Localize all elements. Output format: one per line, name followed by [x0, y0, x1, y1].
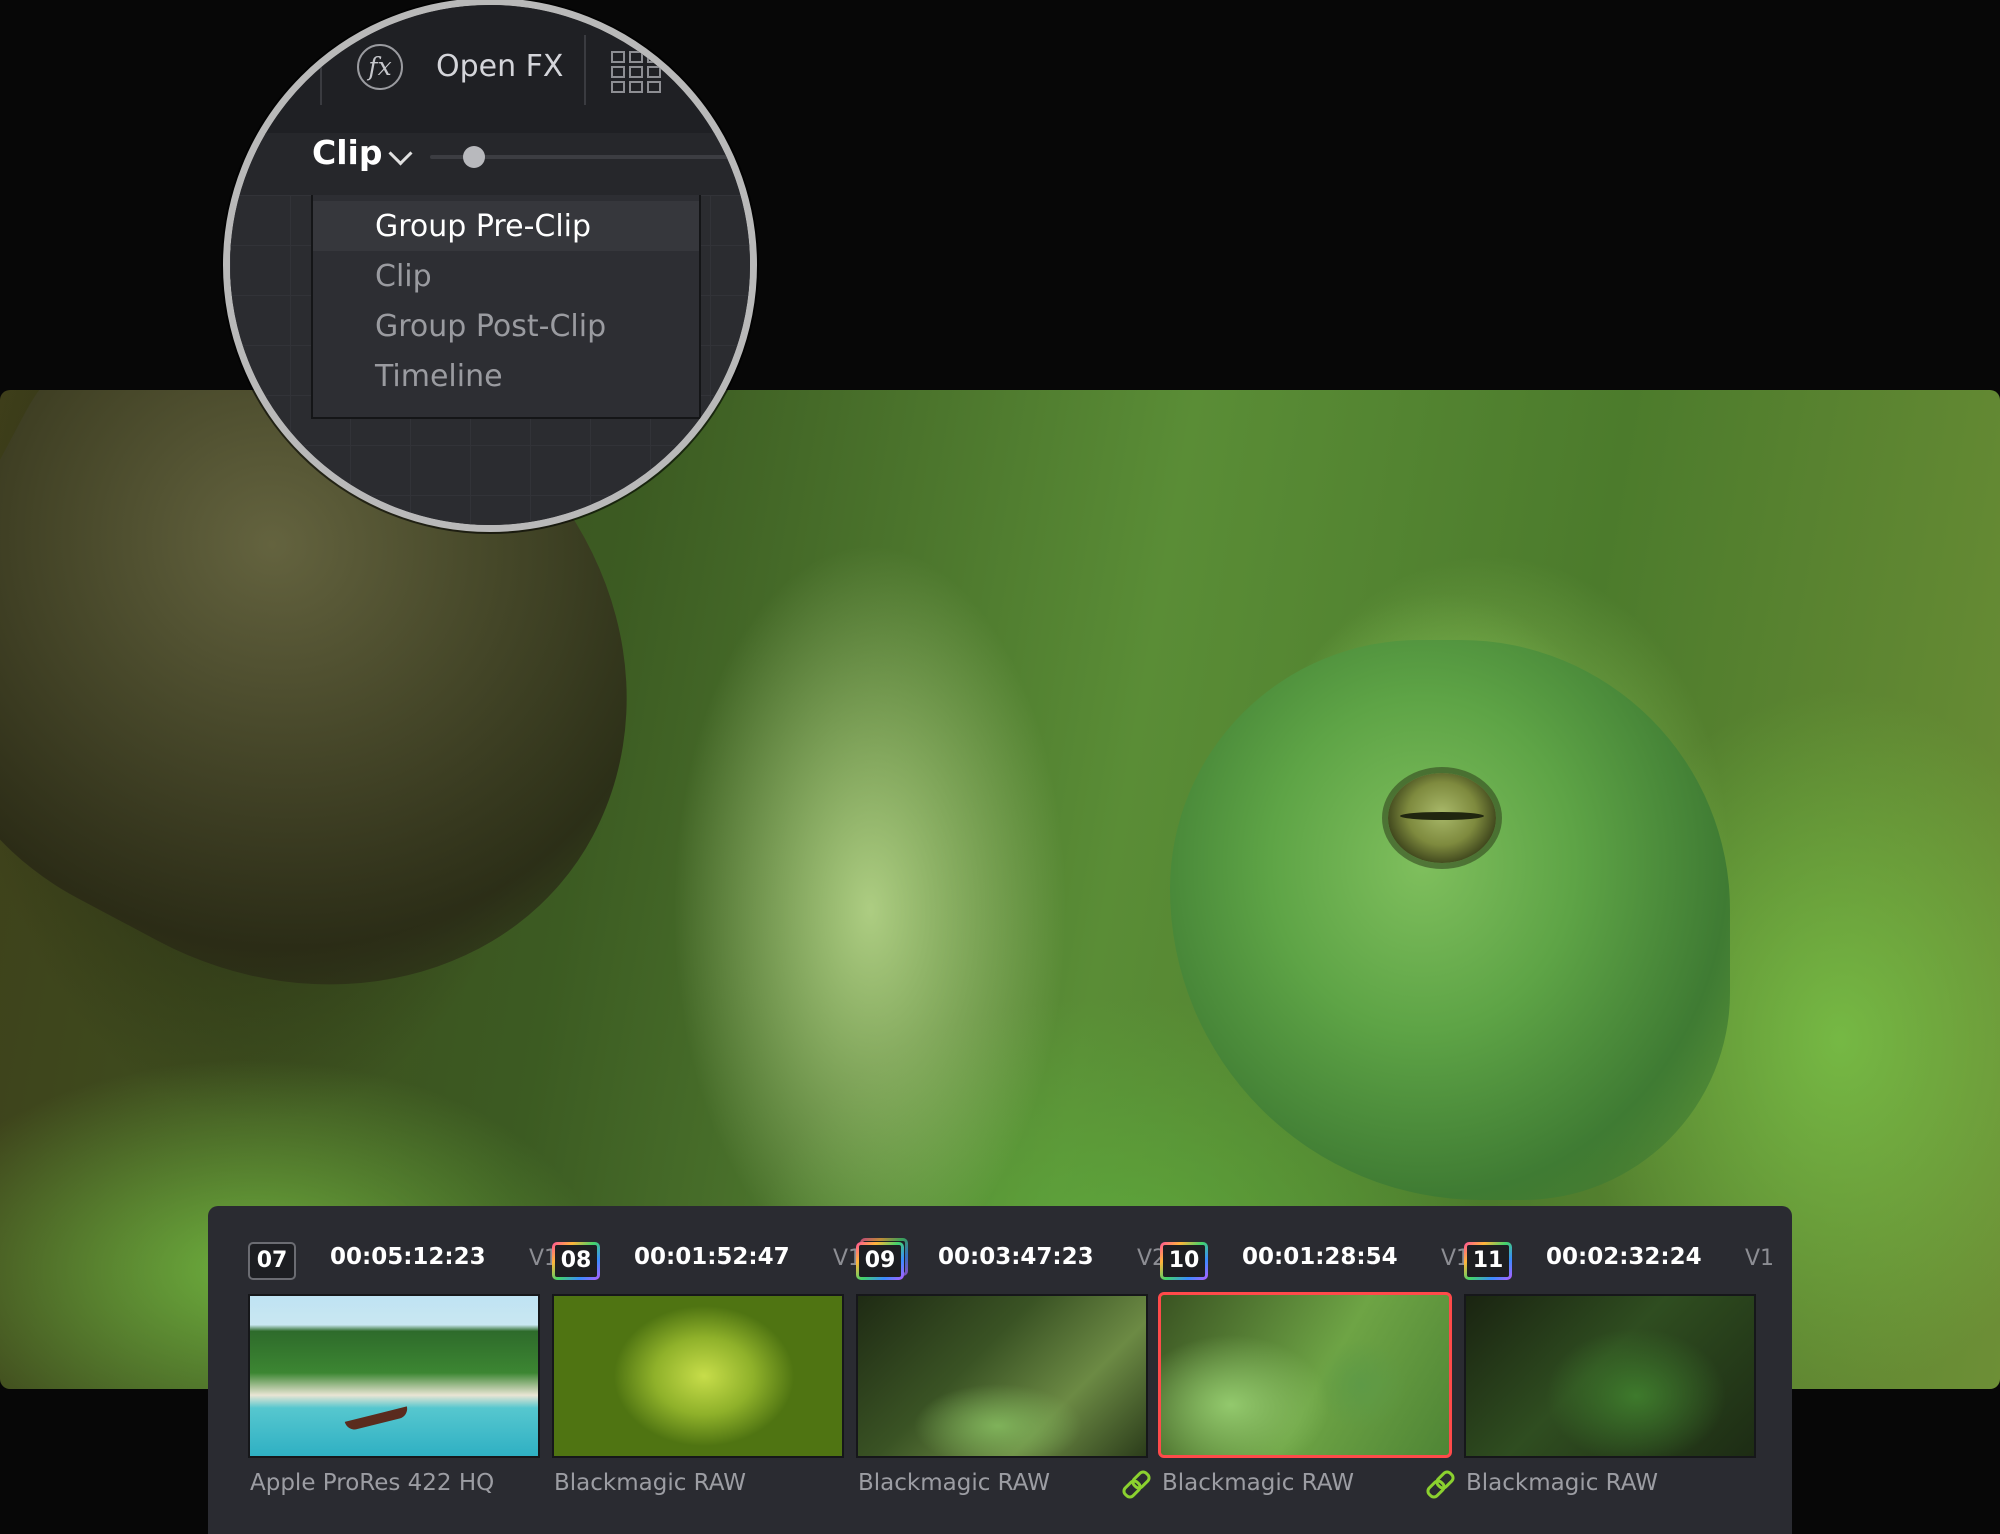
toolbar-divider	[584, 35, 586, 105]
clip-thumbnail-image[interactable]	[248, 1294, 540, 1458]
mode-dropdown-menu: Group Pre-Clip Clip Group Post-Clip Time…	[311, 195, 701, 419]
clip-track: V1	[1744, 1246, 1774, 1271]
toolbar-divider	[320, 35, 322, 105]
fx-icon[interactable]: fx	[357, 44, 403, 90]
grid-icon[interactable]	[611, 51, 671, 95]
menu-item-group-pre-clip[interactable]: Group Pre-Clip	[313, 201, 699, 251]
menu-item-group-post-clip[interactable]: Group Post-Clip	[313, 301, 699, 351]
clip-timecode: 00:03:47:23	[938, 1244, 1094, 1270]
clip-codec: Apple ProRes 422 HQ	[250, 1470, 495, 1496]
clip-number-badge: 07	[248, 1242, 296, 1280]
clip-timecode: 00:01:52:47	[634, 1244, 790, 1270]
clip-codec: Blackmagic RAW	[554, 1470, 746, 1496]
clip-thumbnail-image[interactable]	[552, 1294, 844, 1458]
clip-thumbnail-image-selected[interactable]	[1158, 1292, 1452, 1458]
clip-timecode: 00:05:12:23	[330, 1244, 486, 1270]
clip-codec: Blackmagic RAW	[1162, 1470, 1354, 1496]
clip-number-badge: 08	[552, 1242, 600, 1280]
frog-shape	[1170, 640, 1730, 1200]
clip-codec: Blackmagic RAW	[858, 1470, 1050, 1496]
menu-item-timeline[interactable]: Timeline	[313, 351, 699, 401]
clip-timecode: 00:01:28:54	[1242, 1244, 1398, 1270]
frog-pupil-shape	[1400, 812, 1484, 820]
magnifier-callout: fx Open FX Clip Group Pre-Clip Clip Grou…	[223, 0, 757, 532]
clip-timecode: 00:02:32:24	[1546, 1244, 1702, 1270]
menu-item-clip[interactable]: Clip	[313, 251, 699, 301]
clip-thumbnail-strip: 07 00:05:12:23 V1 Apple ProRes 422 HQ 08…	[208, 1206, 1792, 1534]
mode-selector[interactable]: Clip	[312, 133, 382, 172]
clip-number-badge: 11	[1464, 1242, 1512, 1280]
open-fx-button[interactable]: Open FX	[436, 49, 563, 84]
clip-codec: Blackmagic RAW	[1466, 1470, 1658, 1496]
link-icon	[1122, 1470, 1148, 1496]
clip-thumbnail-image[interactable]	[856, 1294, 1148, 1458]
clip-number-badge: 09	[856, 1242, 904, 1280]
clip-number-badge: 10	[1160, 1242, 1208, 1280]
slider-handle[interactable]	[463, 146, 485, 168]
link-icon	[1426, 1470, 1452, 1496]
mode-bar	[230, 133, 750, 196]
clip-thumbnail-image[interactable]	[1464, 1294, 1756, 1458]
